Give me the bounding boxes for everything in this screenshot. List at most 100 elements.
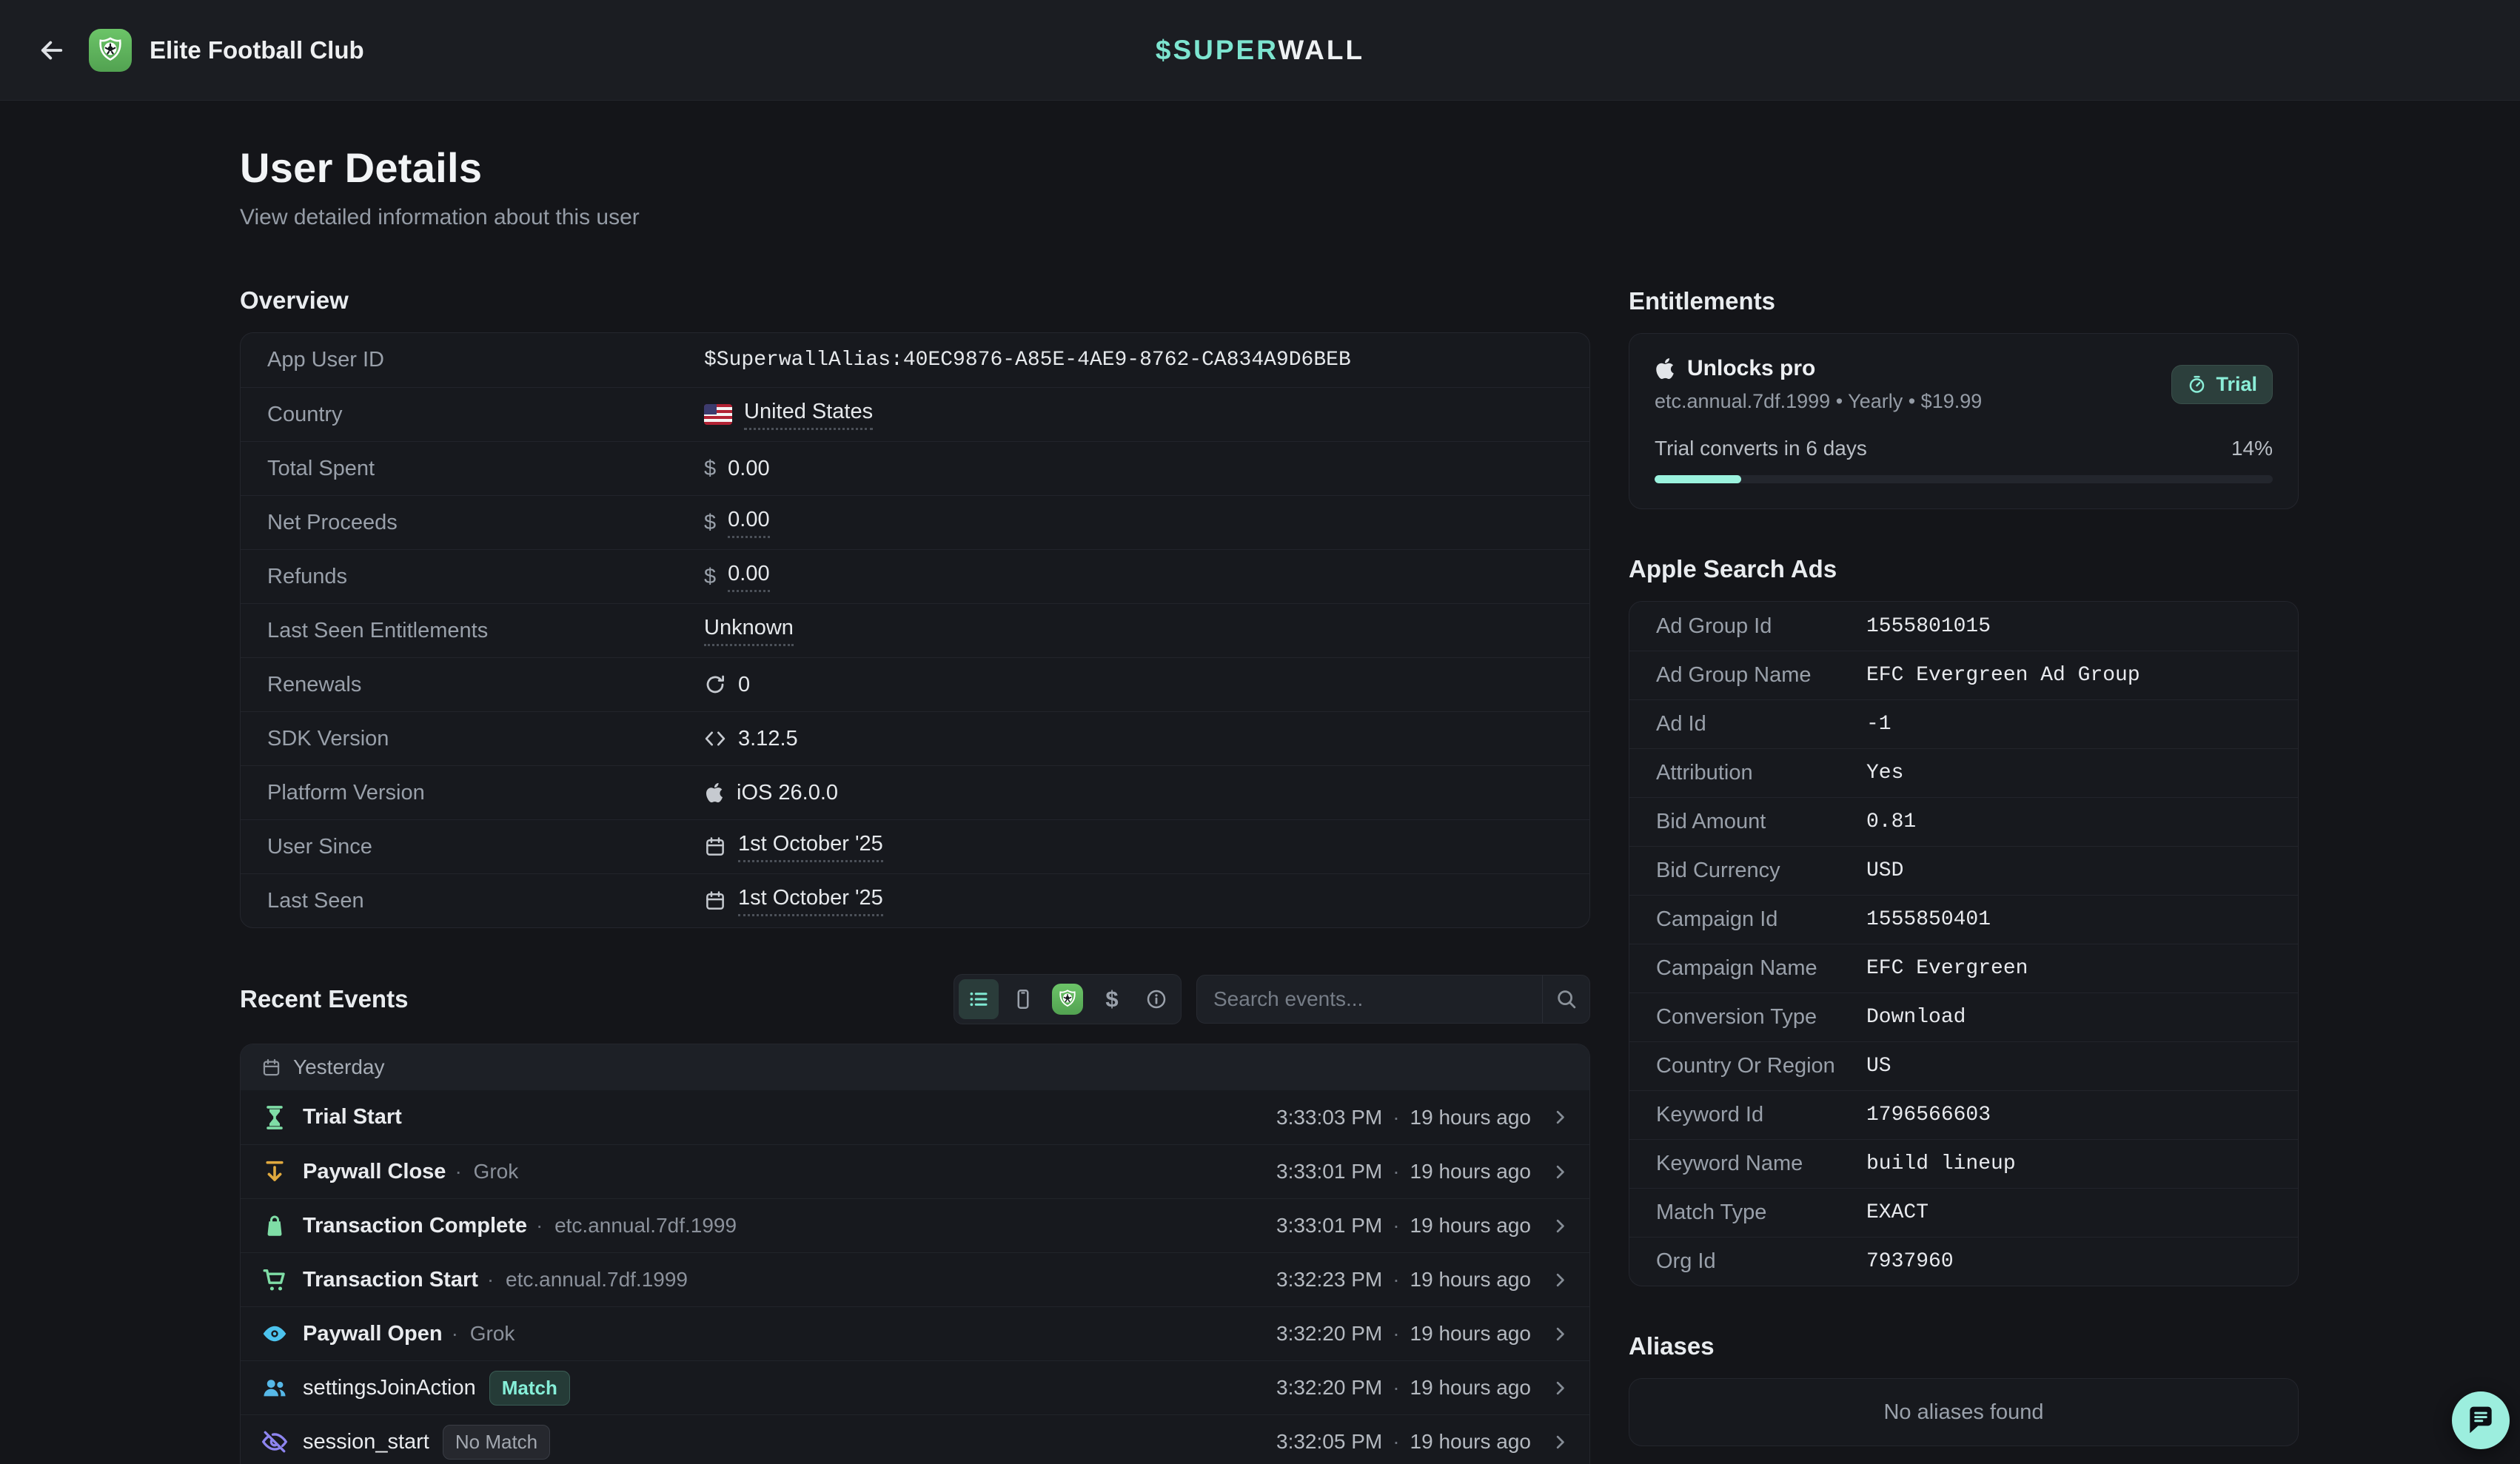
row-label: Renewals — [267, 673, 704, 697]
filter-revenue-events-button[interactable]: $ — [1092, 979, 1132, 1019]
event-detail: Grok — [452, 1160, 518, 1183]
event-name: Trial Start — [303, 1105, 402, 1129]
row-value: USD — [1866, 859, 1903, 882]
last-seen-value[interactable]: 1st October '25 — [738, 886, 883, 916]
row-label: App User ID — [267, 348, 704, 372]
aliases-empty-text: No aliases found — [1883, 1400, 2043, 1425]
event-name: Transaction Complete — [303, 1214, 527, 1238]
entitlement-name: Unlocks pro — [1687, 356, 1815, 381]
asa-row: Org Id7937960 — [1629, 1237, 2298, 1286]
apple-icon — [1655, 357, 1675, 380]
events-group-header: Yesterday — [241, 1044, 1589, 1090]
chevron-right-icon — [1550, 1378, 1570, 1398]
overview-row-sdk-version: SDK Version 3.12.5 — [241, 711, 1589, 765]
row-label: Ad Group Name — [1656, 663, 1866, 688]
row-label: Refunds — [267, 565, 704, 589]
apple-icon — [704, 782, 725, 804]
back-arrow-icon — [36, 35, 67, 66]
asa-row: Bid Amount0.81 — [1629, 797, 2298, 846]
search-icon — [1555, 988, 1578, 1010]
trial-badge-label: Trial — [2216, 373, 2257, 396]
device-icon — [1012, 988, 1034, 1010]
football-club-app-icon — [89, 29, 132, 72]
currency-symbol: $ — [704, 565, 716, 589]
event-relative-time: 19 hours ago — [1382, 1376, 1531, 1400]
row-label: Country — [267, 403, 704, 427]
top-bar: Elite Football Club $SUPERWALL — [0, 0, 2520, 101]
match-badge: Match — [489, 1371, 570, 1406]
events-search-input[interactable] — [1197, 987, 1542, 1011]
renewals-value: 0 — [738, 673, 750, 697]
no-match-badge: No Match — [443, 1425, 550, 1460]
asa-row: Ad Group NameEFC Evergreen Ad Group — [1629, 651, 2298, 699]
event-relative-time: 19 hours ago — [1382, 1430, 1531, 1454]
apple-search-ads-card: Ad Group Id1555801015 Ad Group NameEFC E… — [1629, 601, 2299, 1286]
event-row-paywall-close[interactable]: Paywall Close Grok 3:33:01 PM 19 hours a… — [241, 1144, 1589, 1198]
dollar-icon: $ — [1105, 986, 1118, 1013]
event-time: 3:33:01 PM — [1276, 1160, 1382, 1183]
eye-icon — [261, 1320, 288, 1347]
app-title: Elite Football Club — [150, 36, 364, 64]
apple-search-ads-heading: Apple Search Ads — [1629, 555, 2299, 583]
overview-row-net-proceeds: Net Proceeds $0.00 — [241, 495, 1589, 549]
event-filter-toolbar: $ — [954, 974, 1182, 1024]
sdk-version-value: 3.12.5 — [738, 727, 798, 751]
filter-app-events-button[interactable] — [1048, 979, 1088, 1019]
refresh-icon — [704, 674, 726, 696]
row-label: Match Type — [1656, 1201, 1866, 1225]
back-button[interactable] — [34, 33, 70, 68]
row-label: Campaign Id — [1656, 907, 1866, 932]
row-value: EFC Evergreen — [1866, 957, 2028, 980]
last-seen-entitlements-value[interactable]: Unknown — [704, 616, 794, 646]
shopping-cart-icon — [261, 1266, 288, 1293]
user-since-value[interactable]: 1st October '25 — [738, 832, 883, 862]
country-value[interactable]: United States — [744, 400, 873, 430]
trial-converts-text: Trial converts in 6 days — [1655, 437, 1867, 460]
row-value: Yes — [1866, 762, 1903, 785]
asa-row: Country Or RegionUS — [1629, 1041, 2298, 1090]
filter-info-events-button[interactable] — [1136, 979, 1176, 1019]
asa-row: Ad Group Id1555801015 — [1629, 602, 2298, 651]
filter-all-events-button[interactable] — [959, 979, 999, 1019]
event-row-settings-join-action[interactable]: settingsJoinAction Match 3:32:20 PM 19 h… — [241, 1360, 1589, 1414]
event-row-transaction-start[interactable]: Transaction Start etc.annual.7df.1999 3:… — [241, 1252, 1589, 1306]
arrow-down-from-line-icon — [261, 1158, 288, 1185]
refunds-value[interactable]: 0.00 — [728, 562, 769, 592]
event-row-trial-start[interactable]: Trial Start 3:33:03 PM 19 hours ago — [241, 1090, 1589, 1144]
info-icon — [1145, 988, 1167, 1010]
main-content: User Details View detailed information a… — [0, 101, 2520, 1464]
code-icon — [704, 728, 726, 750]
entitlement-card: Unlocks pro etc.annual.7df.1999 • Yearly… — [1629, 333, 2299, 509]
row-label: Keyword Name — [1656, 1152, 1866, 1176]
event-row-transaction-complete[interactable]: Transaction Complete etc.annual.7df.1999… — [241, 1198, 1589, 1252]
filter-device-events-button[interactable] — [1003, 979, 1043, 1019]
event-name: Paywall Close — [303, 1160, 446, 1184]
row-label: Last Seen Entitlements — [267, 619, 704, 643]
row-label: Keyword Id — [1656, 1103, 1866, 1127]
event-time: 3:32:20 PM — [1276, 1322, 1382, 1346]
right-column: Entitlements Unlocks pro etc.annual.7df.… — [1629, 144, 2299, 1464]
asa-row: Keyword Id1796566603 — [1629, 1090, 2298, 1139]
list-icon — [968, 988, 990, 1010]
chevron-right-icon — [1550, 1432, 1570, 1452]
net-proceeds-value[interactable]: 0.00 — [728, 508, 769, 538]
event-detail: etc.annual.7df.1999 — [484, 1268, 688, 1292]
row-label: Last Seen — [267, 889, 704, 913]
aliases-empty-card: No aliases found — [1629, 1378, 2299, 1446]
logo-suffix: WALL — [1278, 35, 1364, 65]
row-label: Ad Group Id — [1656, 614, 1866, 639]
overview-row-platform-version: Platform Version iOS 26.0.0 — [241, 765, 1589, 819]
trial-percent: 14% — [2231, 437, 2273, 460]
event-row-paywall-open[interactable]: Paywall Open Grok 3:32:20 PM 19 hours ag… — [241, 1306, 1589, 1360]
events-search-button[interactable] — [1542, 976, 1589, 1023]
entitlements-heading: Entitlements — [1629, 287, 2299, 315]
total-spent-value: 0.00 — [728, 457, 769, 481]
row-value: 0.81 — [1866, 810, 1916, 833]
event-row-session-start-custom[interactable]: session_start No Match 3:32:05 PM 19 hou… — [241, 1414, 1589, 1464]
recent-events-heading: Recent Events — [240, 985, 408, 1013]
event-time: 3:32:20 PM — [1276, 1376, 1382, 1400]
support-chat-button[interactable] — [2452, 1391, 2510, 1449]
row-label: SDK Version — [267, 727, 704, 751]
row-value: 1555801015 — [1866, 615, 1991, 638]
eye-off-icon — [261, 1428, 288, 1455]
